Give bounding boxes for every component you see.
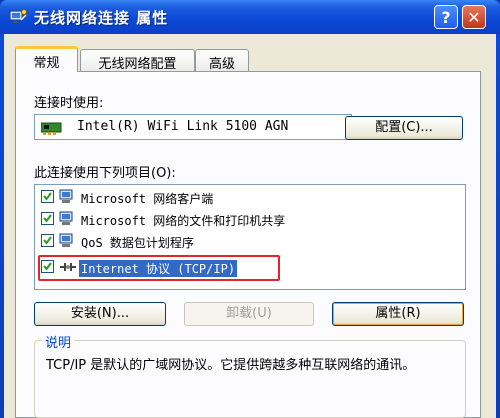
- item-label: Microsoft 网络客户端: [81, 192, 214, 206]
- checkmark-icon: [43, 236, 52, 245]
- item-label: QoS 数据包计划程序: [81, 236, 194, 250]
- connect-using-label: 连接时使用:: [34, 96, 104, 111]
- list-item[interactable]: QoS 数据包计划程序: [35, 231, 479, 253]
- network-connection-icon: [9, 9, 27, 23]
- adapter-field: Intel(R) WiFi Link 5100 AGN: [34, 114, 352, 140]
- adapter-name: Intel(R) WiFi Link 5100 AGN: [77, 119, 289, 134]
- file-printer-sharing-icon: [59, 211, 73, 225]
- checkbox-network-client[interactable]: [41, 190, 54, 203]
- properties-window: 无线网络连接 属性 ? ✕ 常规 无线网络配置 高级 连接时使用: Intel(…: [0, 0, 500, 418]
- configure-button[interactable]: 配置(C)...: [345, 116, 463, 140]
- uninstall-button[interactable]: 卸载(U): [184, 302, 314, 326]
- install-button[interactable]: 安装(N)...: [34, 302, 166, 326]
- description-group: [34, 340, 466, 418]
- checkmark-icon: [43, 214, 52, 223]
- tab-wireless-networks[interactable]: 无线网络配置: [80, 49, 195, 72]
- checkbox-file-printer-sharing[interactable]: [41, 212, 54, 225]
- tab-general[interactable]: 常规: [15, 46, 78, 72]
- properties-button[interactable]: 属性(R): [332, 302, 464, 326]
- checkmark-icon: [43, 192, 52, 201]
- tab-advanced[interactable]: 高级: [195, 49, 249, 72]
- title-bar[interactable]: 无线网络连接 属性 ? ✕: [0, 0, 500, 34]
- description-text: TCP/IP 是默认的广域网协议。它提供跨越多种互联网络的通讯。: [46, 358, 416, 373]
- components-label: 此连接使用下列项目(O):: [34, 166, 176, 181]
- network-adapter-icon: [41, 122, 62, 135]
- close-button[interactable]: ✕: [462, 5, 486, 29]
- description-title: 说明: [42, 332, 75, 351]
- network-client-icon: [59, 189, 73, 203]
- window-title: 无线网络连接 属性: [34, 9, 169, 27]
- highlight-frame: [38, 255, 280, 281]
- list-item[interactable]: Microsoft 网络客户端: [35, 187, 479, 209]
- list-item[interactable]: Microsoft 网络的文件和打印机共享: [35, 209, 479, 231]
- checkbox-qos-scheduler[interactable]: [41, 234, 54, 247]
- qos-scheduler-icon: [59, 233, 73, 247]
- help-button[interactable]: ?: [434, 5, 458, 29]
- item-label: Microsoft 网络的文件和打印机共享: [81, 214, 286, 228]
